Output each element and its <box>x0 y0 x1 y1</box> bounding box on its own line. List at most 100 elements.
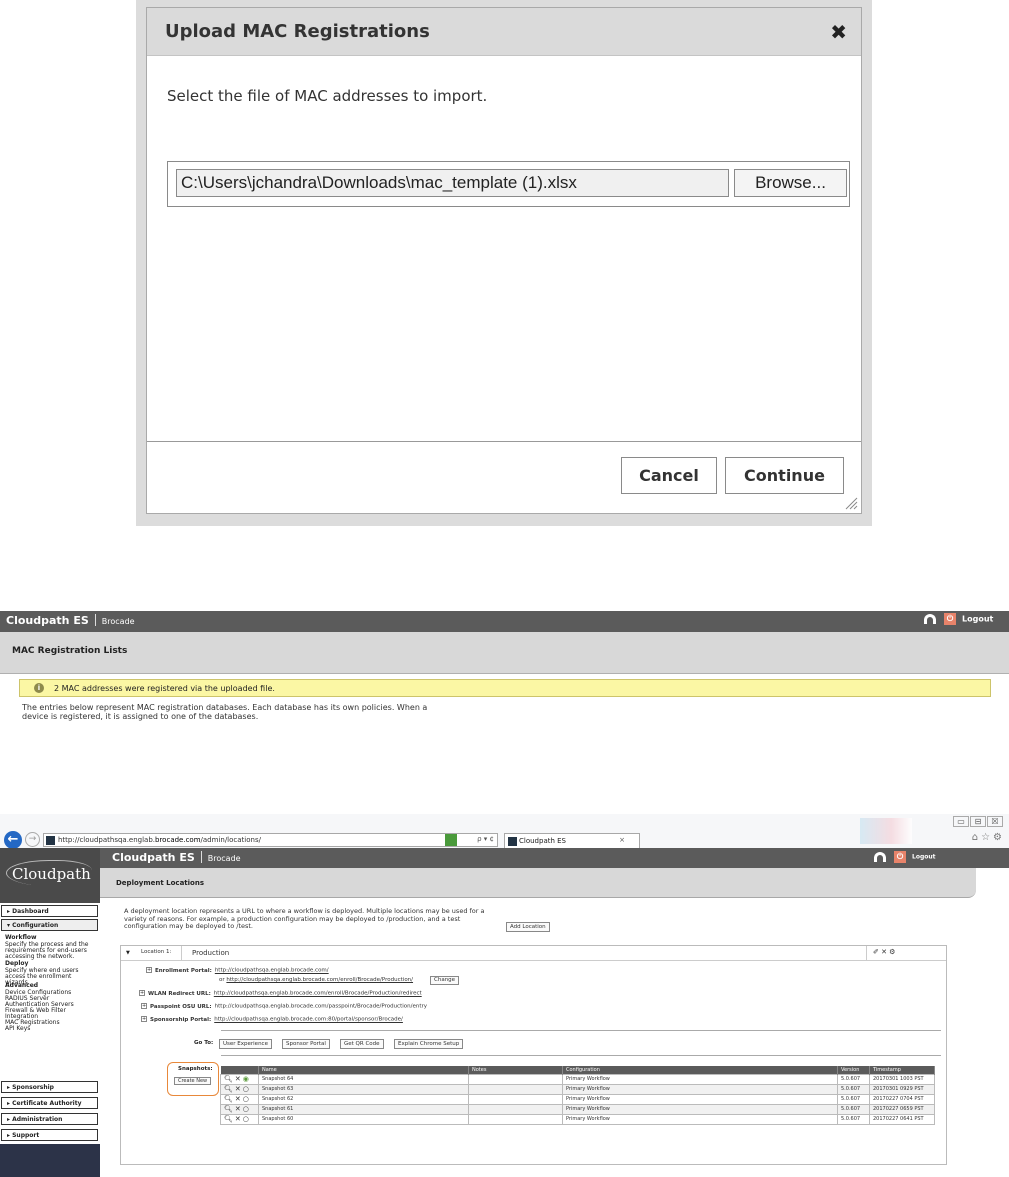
tab-favicon-icon <box>508 837 517 846</box>
file-path-input[interactable]: C:\Users\jchandra\Downloads\mac_template… <box>176 169 729 197</box>
view-icon[interactable]: 🔍︎ <box>224 1075 235 1083</box>
activate-icon[interactable]: ○ <box>243 1105 251 1113</box>
sidebar-section-workflow[interactable]: Workflow Specify the process and the req… <box>5 935 97 960</box>
enrollment-portal-row: + Enrollment Portal: http://cloudpathsqa.e… <box>146 967 329 974</box>
snapshot-notes <box>468 1093 563 1105</box>
snapshot-config: Primary Workflow <box>562 1113 838 1125</box>
sponsor-portal-button[interactable]: Sponsor Portal <box>282 1039 330 1049</box>
sidebar-item-sponsorship[interactable]: ▸ Sponsorship <box>1 1081 98 1093</box>
sidebar-item-support[interactable]: ▸ Support <box>1 1129 98 1141</box>
support-headset-icon[interactable] <box>924 614 936 624</box>
wlan-redirect-row: + WLAN Redirect URL: http://cloudpathsqa.e… <box>139 990 422 997</box>
user-controls: ⏻ Logout <box>874 851 936 863</box>
sidebar-item-configuration[interactable]: ▾ Configuration <box>1 919 98 931</box>
expand-icon[interactable]: + <box>139 990 145 996</box>
restore-icon[interactable]: ⊟ <box>970 816 986 827</box>
passpoint-url: http://cloudpathsqa.englab.brocade.com/p… <box>214 1003 428 1010</box>
delete-icon[interactable]: ✕ <box>235 1105 243 1113</box>
location-action-icons[interactable]: ✐ ✕ ⚙ <box>873 948 895 956</box>
expand-icon[interactable]: + <box>141 1016 147 1022</box>
expand-icon[interactable]: + <box>141 1003 147 1009</box>
window-close-icon[interactable]: ☒ <box>987 816 1003 827</box>
browse-button[interactable]: Browse... <box>734 169 847 197</box>
minimize-icon[interactable]: ▭ <box>953 816 969 827</box>
power-icon[interactable]: ⏻ <box>944 613 956 625</box>
view-icon[interactable]: 🔍︎ <box>224 1105 235 1113</box>
page-title: Deployment Locations <box>116 879 204 887</box>
active-status-icon[interactable]: ◉ <box>243 1075 251 1083</box>
collapse-toggle-icon[interactable]: ▼ <box>126 950 130 956</box>
snapshot-config: Primary Workflow <box>562 1103 838 1115</box>
notice-text: 2 MAC addresses were registered via the … <box>54 684 275 693</box>
address-bar[interactable]: http://cloudpathsqa.englab.brocade.com/a… <box>43 833 498 847</box>
view-icon[interactable]: 🔍︎ <box>224 1095 235 1103</box>
close-icon[interactable]: ✖ <box>830 20 847 44</box>
activate-icon[interactable]: ○ <box>243 1085 251 1093</box>
browser-tab[interactable]: Cloudpath ES × <box>504 833 640 848</box>
footer-divider <box>147 441 861 442</box>
support-headset-icon[interactable] <box>874 852 886 862</box>
snapshot-name: Snapshot 61 <box>258 1103 469 1115</box>
page-description: A deployment location represents a URL t… <box>124 907 485 930</box>
delete-icon[interactable]: ✕ <box>235 1085 243 1093</box>
page-description: The entries below represent MAC registra… <box>22 703 428 721</box>
snapshot-version: 5.0.607 <box>837 1103 870 1115</box>
resize-handle-icon[interactable] <box>844 496 858 510</box>
explain-chrome-setup-button[interactable]: Explain Chrome Setup <box>394 1039 464 1049</box>
wlan-url-link[interactable]: http://cloudpathsqa.englab.brocade.com/e… <box>214 991 422 997</box>
row-actions: 🔍︎✕○ <box>220 1083 259 1095</box>
dialog-titlebar: Upload MAC Registrations ✖ <box>147 8 861 56</box>
back-arrow-icon[interactable]: ← <box>4 831 22 849</box>
sidebar-link[interactable]: API Keys <box>5 1026 99 1032</box>
row-actions: 🔍︎✕◉ <box>220 1073 259 1085</box>
browser-tools-icons[interactable]: ⌂☆⚙ <box>972 832 1005 843</box>
snapshot-version: 5.0.607 <box>837 1113 870 1125</box>
brand: Cloudpath ES Brocade <box>112 851 241 864</box>
view-icon[interactable]: 🔍︎ <box>224 1085 235 1093</box>
continue-button[interactable]: Continue <box>725 457 844 494</box>
section-divider <box>221 1030 941 1031</box>
cancel-button[interactable]: Cancel <box>621 457 717 494</box>
divider <box>866 946 867 961</box>
enrollment-url-link[interactable]: http://cloudpathsqa.englab.brocade.com/ <box>215 968 329 974</box>
cloudpath-logo: Cloudpath <box>0 848 100 900</box>
sidebar-item-certificate-authority[interactable]: ▸ Certificate Authority <box>1 1097 98 1109</box>
brand-name: Cloudpath ES <box>6 614 89 627</box>
power-icon[interactable]: ⏻ <box>894 851 906 863</box>
file-picker: C:\Users\jchandra\Downloads\mac_template… <box>167 161 850 207</box>
get-qr-code-button[interactable]: Get QR Code <box>340 1039 384 1049</box>
tab-close-icon[interactable]: × <box>619 836 625 844</box>
change-button[interactable]: Change <box>430 976 460 985</box>
expand-icon[interactable]: + <box>146 967 152 973</box>
certificate-icon[interactable] <box>445 834 457 846</box>
forward-arrow-icon[interactable]: → <box>25 832 40 847</box>
delete-icon[interactable]: ✕ <box>235 1075 243 1083</box>
logout-link[interactable]: Logout <box>962 615 993 624</box>
delete-icon[interactable]: ✕ <box>235 1115 243 1123</box>
section-divider <box>221 1055 941 1056</box>
user-experience-button[interactable]: User Experience <box>219 1039 272 1049</box>
sidebar-item-label: Administration <box>12 1116 63 1123</box>
enrollment-url2-link[interactable]: http://cloudpathsqa.englab.brocade.com/e… <box>226 977 413 983</box>
user-controls: ⏻ Logout <box>924 613 993 625</box>
upload-dialog-screenshot: Upload MAC Registrations ✖ Select the fi… <box>136 0 872 526</box>
activate-icon[interactable]: ○ <box>243 1115 251 1123</box>
app-topbar: Cloudpath ES Brocade ⏻ Logout <box>100 848 1009 868</box>
sidebar-item-dashboard[interactable]: ▸ Dashboard <box>1 905 98 917</box>
add-location-button[interactable]: Add Location <box>506 922 550 932</box>
column-header: Name <box>258 1066 469 1074</box>
create-new-button[interactable]: Create New <box>174 1077 212 1085</box>
dialog-title: Upload MAC Registrations <box>165 21 430 42</box>
address-controls[interactable]: ρ ▾ ¢ <box>477 835 494 843</box>
logout-link[interactable]: Logout <box>912 854 936 861</box>
sidebar-item-label: Sponsorship <box>12 1084 54 1091</box>
view-icon[interactable]: 🔍︎ <box>224 1115 235 1123</box>
sidebar-section-advanced: Advanced Device Configurations RADIUS Se… <box>5 983 99 1032</box>
sidebar-item-label: Dashboard <box>12 908 49 915</box>
sponsorship-url-link[interactable]: http://cloudpathsqa.englab.brocade.com:8… <box>214 1017 403 1023</box>
logo-swoosh-icon <box>6 860 92 886</box>
activate-icon[interactable]: ○ <box>243 1095 251 1103</box>
sidebar-item-administration[interactable]: ▸ Administration <box>1 1113 98 1125</box>
delete-icon[interactable]: ✕ <box>235 1095 243 1103</box>
row-label: Sponsorship Portal: <box>150 1016 212 1023</box>
